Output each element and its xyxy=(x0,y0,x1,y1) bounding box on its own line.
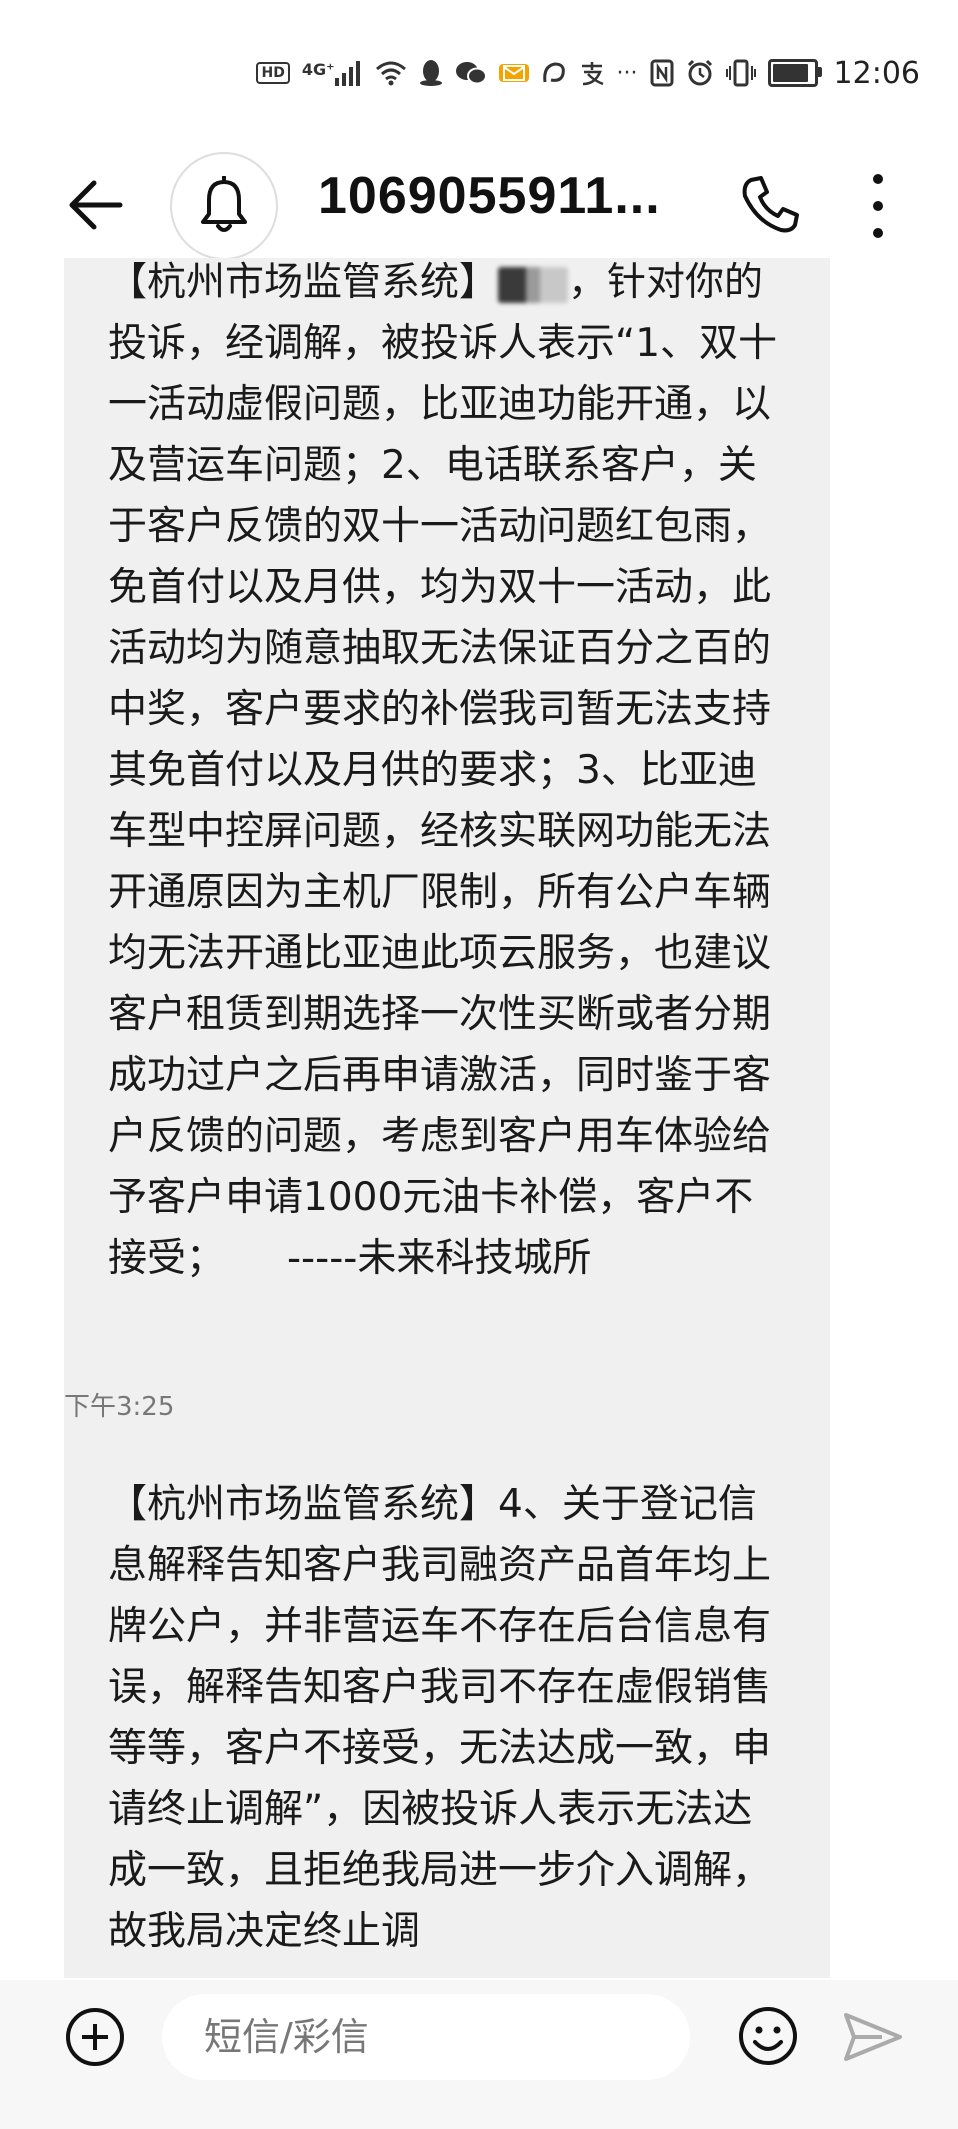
phone-icon xyxy=(742,176,799,233)
message-text: 【杭州市场监管系统】4、关于登记信息解释告知客户我司融资产品首年均上牌公户，并非… xyxy=(108,1482,772,1954)
contact-number[interactable]: 1069055911... xyxy=(318,166,661,226)
send-icon xyxy=(844,2013,902,2061)
hd-icon: HD xyxy=(256,62,290,84)
more-options-button[interactable] xyxy=(858,166,898,246)
nfc-icon xyxy=(650,59,674,87)
more-notifications-icon: ··· xyxy=(616,60,638,86)
compose-bar xyxy=(0,1980,958,2129)
more-vertical-icon-dot xyxy=(873,227,883,238)
wechat-icon xyxy=(455,60,487,86)
conversation-header: 1069055911... xyxy=(0,140,958,270)
wifi-icon xyxy=(375,60,407,86)
message-bubble[interactable]: 【杭州市场监管系统】4、关于登记信息解释告知客户我司融资产品首年均上牌公户，并非… xyxy=(64,1462,830,1978)
message-list[interactable]: 【杭州市场监管系统】 ，针对你的投诉，经调解，被投诉人表示“1、双十一活动虚假问题… xyxy=(0,258,958,1978)
mail-icon xyxy=(498,64,529,82)
smiley-icon xyxy=(739,2007,797,2065)
message-input[interactable] xyxy=(202,2014,690,2060)
back-arrow-icon xyxy=(69,180,123,230)
signal-icon: 4G⁺ xyxy=(302,60,363,86)
redacted-name xyxy=(498,266,569,303)
vibrate-icon xyxy=(725,59,756,87)
status-bar: HD 4G⁺ ··· 12:06 xyxy=(0,0,958,140)
message-text: 【杭州市场监管系统】 ，针对你的投诉，经调解，被投诉人表示“1、双十一活动虚假问题… xyxy=(108,258,786,1289)
message-input-container[interactable] xyxy=(162,1994,690,2080)
more-vertical-icon-dot xyxy=(873,174,883,185)
qq-icon xyxy=(419,59,443,87)
bell-icon xyxy=(201,176,247,232)
message-text-part: 【杭州市场监管系统】 xyxy=(108,260,499,305)
emoji-button[interactable] xyxy=(736,2004,800,2068)
message-text-part: ，针对你的投诉，经调解，被投诉人表示“1、双十一活动虚假问题，比亚迪功能开通，以… xyxy=(108,260,778,1281)
back-button[interactable] xyxy=(60,170,130,240)
battery-level xyxy=(772,64,808,82)
status-icons: HD 4G⁺ ··· 12:06 xyxy=(256,52,920,94)
alipay-icon xyxy=(579,60,605,86)
contact-avatar[interactable] xyxy=(170,152,278,260)
call-button[interactable] xyxy=(735,170,805,240)
send-button[interactable] xyxy=(842,2010,904,2064)
message-bubble[interactable]: 【杭州市场监管系统】 ，针对你的投诉，经调解，被投诉人表示“1、双十一活动虚假问题… xyxy=(64,258,830,1628)
more-vertical-icon-dot xyxy=(873,200,883,211)
network-type-label: 4G⁺ xyxy=(301,60,335,79)
message-timestamp: 下午3:25 xyxy=(64,1392,175,1422)
alarm-icon xyxy=(686,59,714,87)
add-attachment-button[interactable] xyxy=(66,2008,124,2066)
app-notification-icon xyxy=(541,60,567,86)
battery-icon xyxy=(767,59,822,87)
status-time: 12:06 xyxy=(833,55,920,91)
